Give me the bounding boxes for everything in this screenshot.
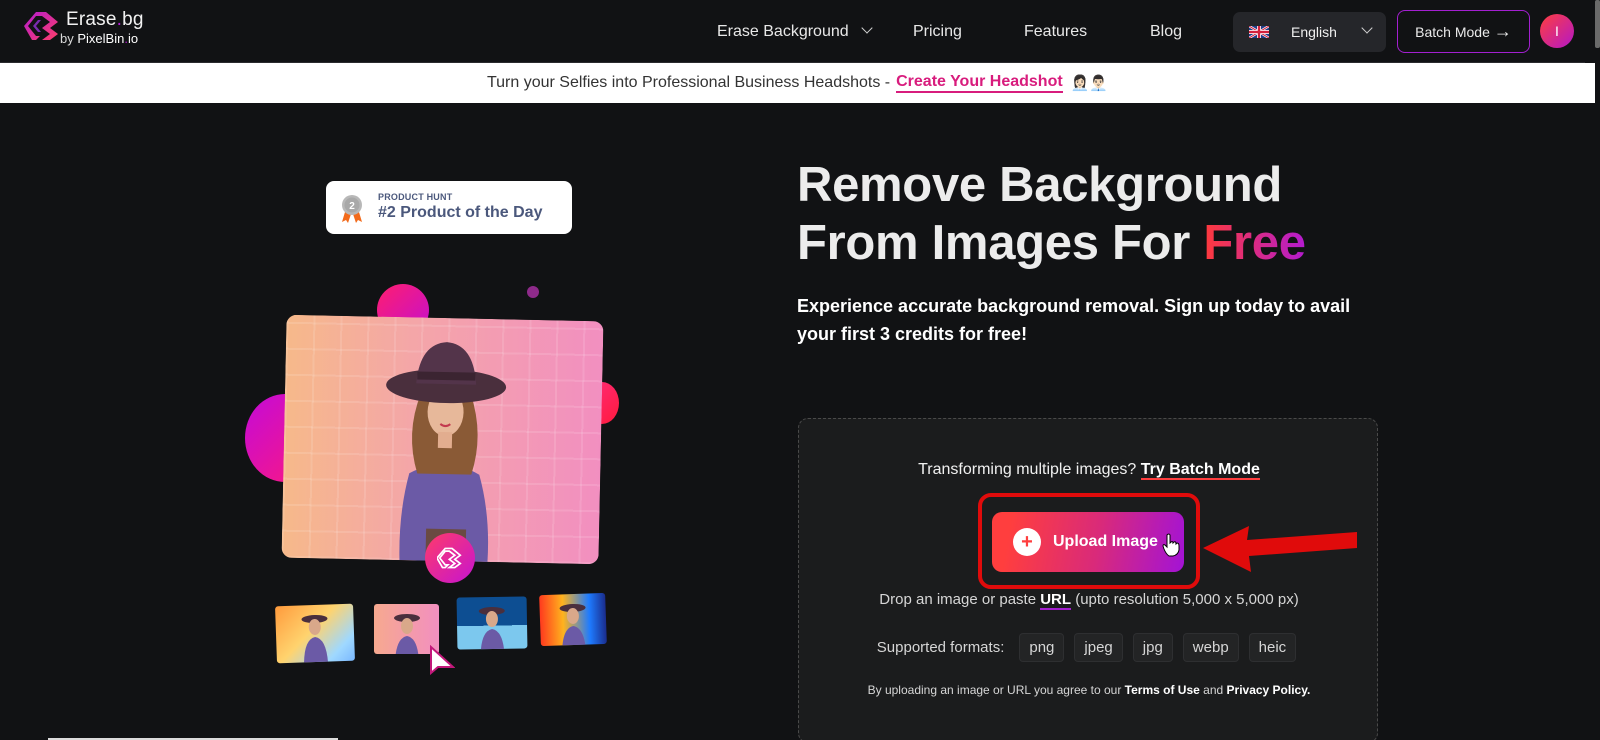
sample-thumbnail-colorful[interactable] — [539, 592, 607, 647]
sample-thumbnail-gradient[interactable] — [275, 603, 355, 664]
silver-medal-icon: 2 — [342, 195, 362, 223]
format-chip: jpeg — [1074, 633, 1123, 662]
privacy-policy-link[interactable]: Privacy Policy. — [1227, 683, 1311, 697]
thumbnail-person-image — [478, 606, 505, 650]
thumbnail-person-image — [559, 603, 587, 647]
terms-notice: By uploading an image or URL you agree t… — [867, 683, 1311, 697]
language-label: English — [1291, 24, 1337, 40]
chevron-down-icon — [1361, 22, 1373, 34]
upload-image-button[interactable]: + Upload Image — [992, 512, 1184, 572]
erase-bg-badge-icon — [425, 533, 475, 583]
nav-label: Erase Background — [717, 23, 849, 40]
batch-mode-button[interactable]: Batch Mode → — [1397, 10, 1530, 53]
erase-bg-logo-icon — [24, 12, 58, 40]
format-chip: webp — [1182, 633, 1239, 662]
nav-pricing[interactable]: Pricing — [913, 20, 962, 44]
headshot-emoji-icon: 👩🏻‍💼👨🏻‍💼 — [1070, 75, 1109, 92]
nav-features[interactable]: Features — [1024, 20, 1087, 44]
scrollbar-thumb[interactable] — [1595, 0, 1600, 48]
thumbnail-person-image — [301, 614, 329, 664]
hero-title-line1: Remove Background — [797, 158, 1283, 212]
chevron-down-icon — [860, 22, 873, 34]
hero-title: Remove Background From Images For Free — [797, 156, 1306, 272]
batch-mode-label: Batch Mode — [1415, 23, 1490, 40]
decorative-bubble — [527, 286, 539, 298]
hand-cursor-icon — [1162, 533, 1180, 557]
language-selector[interactable]: English — [1233, 12, 1386, 52]
page: Erase.bg by PixelBin.io Erase Background… — [0, 0, 1600, 740]
uk-flag-icon — [1249, 26, 1269, 38]
format-chip: png — [1019, 633, 1065, 662]
plus-icon: + — [1013, 528, 1041, 556]
upload-image-label: Upload Image — [1053, 533, 1158, 550]
sample-thumbnail-blue[interactable] — [456, 596, 528, 650]
logo-subtitle: by PixelBin.io — [60, 31, 139, 46]
svg-text:2: 2 — [349, 201, 355, 212]
hero-subtitle: Experience accurate background removal. … — [797, 296, 1351, 344]
annotation-arrow-icon — [1203, 526, 1357, 572]
free-accent: Free — [1203, 216, 1306, 270]
thumbnail-person-image — [393, 614, 420, 654]
nav-blog[interactable]: Blog — [1150, 20, 1182, 44]
logo[interactable]: Erase.bg by PixelBin.io — [24, 9, 144, 47]
user-avatar[interactable]: I — [1540, 14, 1574, 48]
product-hunt-label: PRODUCT HUNT — [378, 192, 453, 202]
nav-erase-background[interactable]: Erase Background — [717, 20, 873, 44]
formats-label: Supported formats: — [876, 639, 1005, 656]
product-hunt-rank: #2 Product of the Day — [378, 204, 543, 221]
banner-text: Turn your Selfies into Professional Busi… — [486, 74, 891, 91]
logo-title: Erase.bg — [66, 9, 144, 30]
paste-url-link[interactable]: URL — [1040, 591, 1072, 610]
erase-bg-logo-icon — [437, 547, 462, 569]
promo-banner: Turn your Selfies into Professional Busi… — [0, 63, 1595, 103]
format-chip: heic — [1248, 633, 1297, 662]
batch-mode-prompt: Transforming multiple images? Try Batch … — [918, 461, 1260, 480]
try-batch-mode-link[interactable]: Try Batch Mode — [1140, 461, 1260, 480]
page-scrollbar[interactable] — [1595, 0, 1600, 740]
arrow-right-icon: → — [1493, 21, 1512, 41]
pointer-cursor-icon — [430, 645, 455, 676]
hero-sample-image — [281, 314, 604, 565]
hero-title-line2: From Images For Free — [797, 216, 1306, 270]
top-nav-bar: Erase.bg by PixelBin.io Erase Background… — [0, 0, 1585, 63]
product-hunt-badge[interactable]: 2 PRODUCT HUNT #2 Product of the Day — [326, 181, 572, 234]
woman-in-hat-image — [386, 342, 507, 562]
create-headshot-link[interactable]: Create Your Headshot — [896, 73, 1063, 93]
format-chip: jpg — [1132, 633, 1173, 662]
terms-of-use-link[interactable]: Terms of Use — [1125, 683, 1200, 697]
drop-instructions: Drop an image or paste URL (upto resolut… — [879, 591, 1299, 610]
supported-formats: Supported formats: png jpeg jpg webp hei… — [799, 633, 1379, 662]
